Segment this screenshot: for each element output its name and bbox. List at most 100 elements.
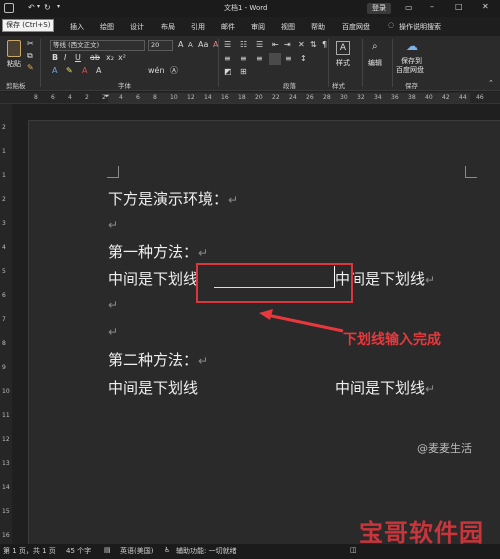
italic-icon[interactable]: I	[64, 54, 66, 62]
customize-toolbar-icon[interactable]: ▾	[57, 4, 60, 10]
tab-insert[interactable]: 插入	[70, 22, 84, 32]
tab-baidu-netdisk[interactable]: 百度网盘	[342, 22, 370, 32]
ribbon: 粘贴 ✂ ⧉ ✎ 剪贴板 等线 (西文正文) 20 A A Aa A B I U…	[0, 36, 500, 91]
align-left-icon[interactable]: ≡	[224, 55, 231, 63]
tab-draw[interactable]: 绘图	[100, 22, 114, 32]
doc-line-m2-right[interactable]: 中间是下划线↵	[335, 377, 435, 398]
copy-icon[interactable]: ⧉	[27, 52, 33, 60]
styles-button[interactable]: 样式	[336, 60, 350, 67]
chevron-down-icon[interactable]: ▾	[37, 4, 40, 10]
cloud-upload-icon[interactable]: ☁	[406, 40, 418, 52]
shading-icon[interactable]: ◩	[224, 68, 232, 76]
divider	[392, 39, 393, 87]
cut-icon[interactable]: ✂	[27, 40, 34, 48]
tab-help[interactable]: 帮助	[311, 22, 325, 32]
styles-gallery-icon[interactable]: A	[336, 41, 350, 55]
char-shading-icon[interactable]: A	[96, 67, 101, 75]
align-center-icon[interactable]: ≡	[240, 55, 247, 63]
doc-line-m1[interactable]: 中间是下划线	[108, 268, 198, 289]
autosave-toggle[interactable]	[4, 3, 14, 13]
minimize-icon[interactable]: –	[430, 3, 434, 11]
horizontal-ruler[interactable]: ⏷ 8 6 4 2 2 4 6 8 10 12 14 16 18 20 22 24 26 28 30 32 34 36 38…	[0, 92, 500, 104]
close-icon[interactable]: ✕	[482, 3, 489, 11]
doc-empty-line[interactable]: ↵	[108, 295, 118, 313]
font-size-select[interactable]: 20	[148, 40, 173, 51]
superscript-icon[interactable]: x²	[118, 54, 126, 62]
show-marks-icon[interactable]: ¶	[322, 41, 327, 49]
highlight-icon[interactable]: ✎	[66, 67, 73, 75]
numbering-icon[interactable]: ☷	[240, 41, 247, 49]
tab-view[interactable]: 视图	[281, 22, 295, 32]
underline-icon[interactable]: U	[75, 54, 81, 62]
ruler-number: 26	[306, 94, 314, 101]
bullets-icon[interactable]: ☰	[224, 41, 231, 49]
redo-icon[interactable]: ↻	[44, 4, 51, 12]
vruler-number: 2	[2, 124, 6, 131]
ruler-number: 28	[323, 94, 331, 101]
tab-review[interactable]: 审阅	[251, 22, 265, 32]
ruler-number: 22	[272, 94, 280, 101]
sort-icon[interactable]: ⇅	[310, 41, 317, 49]
accessibility-status[interactable]: 辅助功能: 一切就绪	[176, 548, 237, 555]
phonetic-icon[interactable]: wén	[148, 67, 165, 75]
justify-button[interactable]	[269, 53, 281, 65]
doc-empty-line[interactable]: ↵	[108, 215, 118, 233]
shrink-font-icon[interactable]: A	[188, 42, 193, 49]
ribbon-display-icon[interactable]: ▭	[405, 4, 413, 12]
document-page[interactable]: 下方是演示环境：↵ ↵ 第一种方法：↵ 中间是下划线 中间是下划线↵ ↵ ↵ 第…	[28, 120, 500, 547]
paste-icon[interactable]	[7, 40, 21, 57]
ruler-number: 20	[255, 94, 263, 101]
collapse-ribbon-icon[interactable]: ⌃	[488, 80, 494, 87]
paragraph-mark: ↵	[228, 193, 239, 207]
text-effects-icon[interactable]: A	[52, 67, 57, 75]
save-to-button[interactable]: 保存到	[401, 58, 422, 65]
tab-design[interactable]: 设计	[130, 22, 144, 32]
paragraph-mark: ↵	[108, 218, 119, 232]
increase-indent-icon[interactable]: ⇥	[284, 41, 291, 49]
align-right-icon[interactable]: ≡	[256, 55, 263, 63]
doc-line-method1[interactable]: 第一种方法：↵	[108, 241, 208, 262]
multilevel-list-icon[interactable]: ☰	[256, 41, 263, 49]
grow-font-icon[interactable]: A	[178, 41, 183, 49]
page-count[interactable]: 第 1 页，共 1 页	[3, 548, 56, 555]
distribute-icon[interactable]: ≡	[285, 55, 292, 63]
editing-button[interactable]: 编辑	[368, 60, 382, 67]
font-color-icon[interactable]: A	[82, 67, 87, 75]
login-button[interactable]: 登录	[367, 3, 391, 14]
change-case-icon[interactable]: Aa	[198, 41, 208, 49]
doc-line-intro[interactable]: 下方是演示环境：↵	[108, 188, 238, 209]
strikethrough-icon[interactable]: ab	[90, 54, 100, 62]
accessibility-icon[interactable]: ♿	[164, 547, 170, 554]
search-icon[interactable]: ⌕	[372, 42, 378, 52]
enclose-char-icon[interactable]: Ⓐ	[170, 67, 178, 75]
clipboard-group-label: 剪贴板	[6, 82, 26, 90]
decrease-indent-icon[interactable]: ⇤	[272, 41, 279, 49]
word-count[interactable]: 45 个字	[66, 548, 91, 555]
doc-line-method2[interactable]: 第二种方法：↵	[108, 349, 208, 370]
proofing-icon[interactable]: ▤	[104, 547, 111, 554]
tab-references[interactable]: 引用	[191, 22, 205, 32]
ruler-number: 10	[170, 94, 178, 101]
focus-mode-icon[interactable]: ◫	[350, 547, 357, 554]
doc-empty-line[interactable]: ↵	[108, 322, 118, 340]
method2-heading: 第二种方法：	[108, 351, 199, 369]
line-spacing-icon[interactable]: ↕	[300, 55, 307, 63]
format-painter-icon[interactable]: ✎	[27, 64, 34, 72]
m1-left-text: 中间是下划线	[108, 270, 199, 288]
paste-button[interactable]: 粘贴	[7, 61, 21, 68]
m2-right-text: 中间是下划线	[335, 379, 426, 397]
tab-layout[interactable]: 布局	[161, 22, 175, 32]
maximize-icon[interactable]: □	[455, 3, 463, 11]
tab-mailings[interactable]: 邮件	[221, 22, 235, 32]
subscript-icon[interactable]: x₂	[106, 54, 114, 62]
tell-me-search[interactable]: 操作说明搜索	[399, 22, 441, 32]
undo-icon[interactable]: ↶	[28, 4, 35, 12]
doc-line-m2[interactable]: 中间是下划线	[108, 377, 198, 398]
ribbon-tabs: 保存 (Ctrl+S) 插入 绘图 设计 布局 引用 邮件 审阅 视图 帮助 百…	[0, 17, 500, 36]
vertical-ruler[interactable]: 2 1 1 2 3 4 5 6 7 8 9 10 11 12 13 14 15 16	[0, 104, 12, 544]
font-name-select[interactable]: 等线 (西文正文)	[50, 40, 145, 51]
borders-icon[interactable]: ⊞	[240, 68, 247, 76]
language-status[interactable]: 英语(美国)	[120, 548, 153, 555]
chinese-layout-icon[interactable]: ✕	[298, 41, 305, 49]
bold-icon[interactable]: B	[52, 54, 58, 62]
